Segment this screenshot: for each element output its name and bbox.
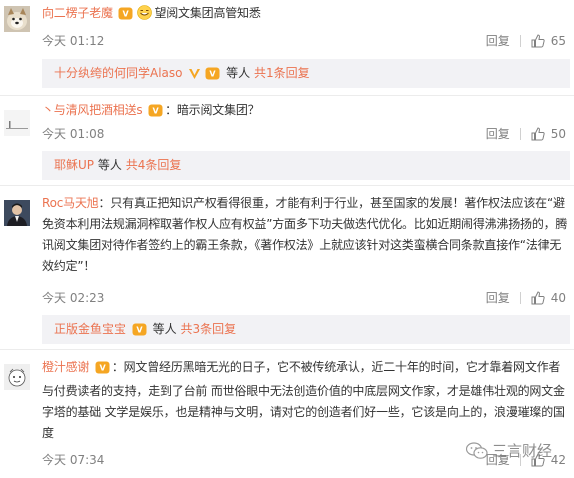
like-button[interactable]: 50	[531, 127, 566, 141]
comment-body: 橙汁感谢 V ：网文曾经历黑暗无光的日子，它不被传统承认，近二十年的时间，它才靠着…	[42, 357, 568, 444]
like-count: 50	[550, 126, 566, 141]
sub-replies-box[interactable]: 正版金鱼宝宝 V 等人 共3条回复	[42, 315, 570, 344]
reply-button[interactable]: 回复	[486, 32, 510, 49]
comment-meta: 今天 01:12 回复 65	[42, 32, 566, 49]
like-count: 65	[550, 33, 566, 48]
reply-button[interactable]: 回复	[486, 289, 510, 306]
comment-text: ：只有真正把知识产权看得很重，才能有利于行业，甚至国家的发展！著作权法应该在“避…	[42, 196, 568, 273]
comment-username[interactable]: Roc马天旭	[42, 196, 99, 210]
vip-badge-icon: V	[95, 360, 110, 381]
action-divider	[519, 127, 521, 140]
sub-reply-count-link[interactable]: 共3条回复	[181, 322, 237, 336]
svg-text:V: V	[136, 326, 143, 335]
comment-text: 望阅文集团高管知悉	[154, 6, 261, 20]
comment-meta: 今天 01:08 回复 50	[42, 125, 566, 142]
thumbs-up-icon	[531, 33, 545, 47]
comment-username[interactable]: 橙汁感谢	[42, 360, 89, 374]
like-count: 42	[550, 452, 566, 467]
sub-replies-box[interactable]: 耶稣UP 等人 共4条回复	[42, 151, 570, 180]
comment-username[interactable]: 向二楞子老魔	[42, 6, 113, 20]
svg-text:V: V	[153, 107, 160, 116]
sub-reply-count-link[interactable]: 共1条回复	[254, 66, 310, 80]
watermark: 三言财经	[466, 440, 552, 461]
avatar[interactable]	[4, 110, 30, 136]
svg-text:V: V	[210, 70, 217, 79]
comment-time: 今天 07:34	[42, 453, 105, 467]
vip-badge-icon: V	[118, 6, 133, 27]
watermark-text: 三言财经	[492, 442, 553, 460]
comment-body: Roc马天旭：只有真正把知识产权看得很重，才能有利于行业，甚至国家的发展！著作权…	[42, 193, 568, 277]
sub-reply-count-link[interactable]: 共4条回复	[126, 158, 182, 172]
comment-time: 今天 02:23	[42, 291, 105, 305]
thumbs-up-icon	[531, 126, 545, 140]
sub-reply-connector: 等人	[226, 66, 251, 80]
comment-username[interactable]: 丶与清风把酒相送s	[42, 103, 143, 117]
verified-v-icon	[188, 67, 201, 85]
emoji-face-icon	[137, 5, 153, 27]
like-button[interactable]: 65	[531, 34, 566, 48]
avatar[interactable]	[4, 6, 30, 32]
sub-replies-box[interactable]: 十分纨绔的何同学Alaso V 等人 共1条回复	[42, 59, 570, 88]
thumbs-up-icon	[531, 290, 545, 304]
divider	[0, 349, 574, 350]
comment-meta: 今天 02:23 回复 40	[42, 289, 566, 306]
vip-badge-icon: V	[132, 323, 147, 341]
sub-reply-users[interactable]: 正版金鱼宝宝	[54, 322, 126, 336]
like-count: 40	[550, 290, 566, 305]
vip-badge-icon: V	[148, 103, 163, 124]
sub-reply-connector: 等人	[97, 158, 122, 172]
reply-button[interactable]: 回复	[486, 125, 510, 142]
comment-text: ：暗示阅文集团？	[165, 103, 260, 117]
comment-time: 今天 01:12	[42, 34, 105, 48]
like-button[interactable]: 40	[531, 291, 566, 305]
wechat-logo-icon	[466, 441, 488, 459]
avatar[interactable]	[4, 200, 30, 226]
comment-time: 今天 01:08	[42, 127, 105, 141]
svg-text:V: V	[99, 364, 106, 373]
divider	[0, 185, 574, 186]
comment-text: ：网文曾经历黑暗无光的日子，它不被传统承认，近二十年的时间，它才靠着网文作者与付…	[42, 360, 565, 440]
sub-reply-connector: 等人	[152, 322, 177, 336]
sub-reply-users[interactable]: 耶稣UP	[54, 158, 94, 172]
avatar[interactable]	[4, 364, 30, 390]
comment-body: 丶与清风把酒相送s V ：暗示阅文集团？	[42, 100, 568, 124]
vip-badge-icon: V	[205, 67, 220, 85]
sub-reply-users[interactable]: 十分纨绔的何同学Alaso	[54, 66, 183, 80]
svg-text:V: V	[123, 10, 130, 19]
action-divider	[519, 291, 521, 304]
divider	[0, 95, 574, 96]
action-divider	[519, 34, 521, 47]
comment-body: 向二楞子老魔 V 望阅文集团高管知悉	[42, 3, 568, 27]
